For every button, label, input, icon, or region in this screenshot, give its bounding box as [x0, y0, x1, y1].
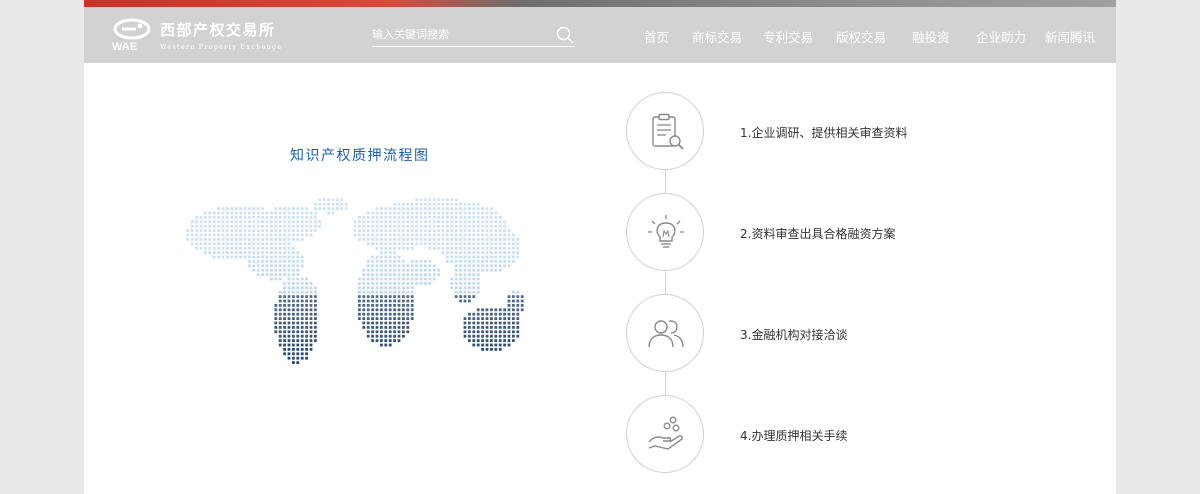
- brand-name-cn: 西部产权交易所: [160, 21, 276, 39]
- step-3-label: 3.金融机构对接洽谈: [740, 328, 848, 342]
- search-bar: [372, 22, 575, 47]
- nav-item-patent[interactable]: 专利交易: [763, 27, 813, 46]
- brand-abbr: WAE: [112, 41, 137, 53]
- step-2-circle: [626, 193, 704, 271]
- step-3-circle: [626, 294, 704, 372]
- nav-item-trademark[interactable]: 商标交易: [692, 27, 742, 46]
- nav-item-enterprise[interactable]: 企业助力: [976, 27, 1026, 46]
- nav-item-investment[interactable]: 融投资: [912, 27, 950, 46]
- search-icon[interactable]: [555, 25, 575, 45]
- step-1-circle: [626, 92, 704, 170]
- page: WAE 西部产权交易所 Western Property Exchange 首页…: [84, 0, 1116, 494]
- nav-item-copyright[interactable]: 版权交易: [836, 27, 886, 46]
- flow-title: 知识产权质押流程图: [290, 148, 430, 164]
- nav-item-news[interactable]: 新闻腾讯: [1045, 27, 1095, 46]
- clipboard-search-icon: [652, 113, 684, 150]
- header: WAE 西部产权交易所 Western Property Exchange 首页…: [84, 7, 1116, 63]
- top-accent-strip: [84, 0, 1116, 7]
- brand-logo[interactable]: WAE 西部产权交易所 Western Property Exchange: [110, 18, 300, 54]
- world-map-dots-icon: [186, 198, 524, 364]
- wae-logo-icon: WAE: [112, 18, 151, 53]
- users-icon: [648, 320, 684, 348]
- step-2-label: 2.资料审查出具合格融资方案: [740, 227, 896, 241]
- hand-coins-icon: [648, 416, 683, 450]
- step-1-label: 1.企业调研、提供相关审查资料: [740, 126, 908, 140]
- step-4-circle: [626, 395, 704, 473]
- step-4-label: 4.办理质押相关手续: [740, 429, 848, 443]
- search-input[interactable]: [372, 22, 547, 46]
- lightbulb-icon: [648, 215, 684, 248]
- nav-item-home[interactable]: 首页: [644, 27, 669, 46]
- brand-name-en: Western Property Exchange: [160, 43, 283, 51]
